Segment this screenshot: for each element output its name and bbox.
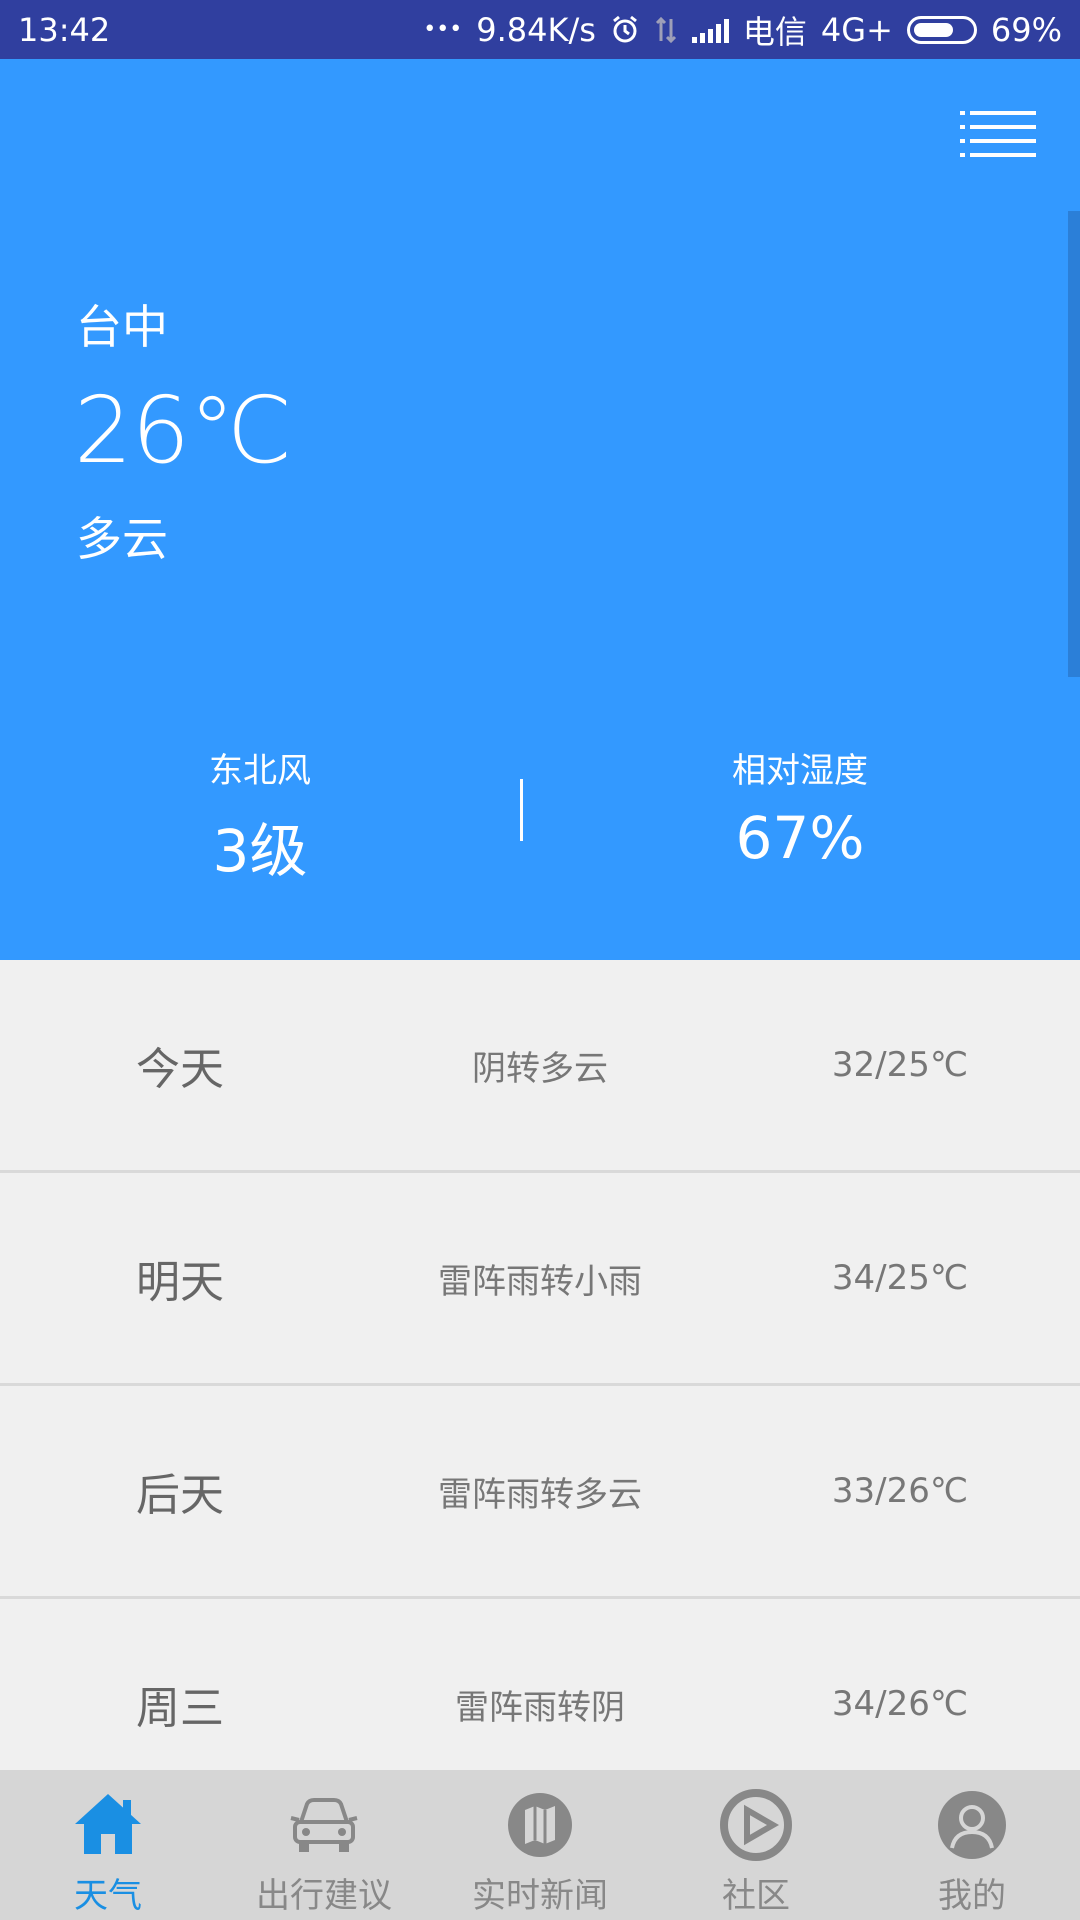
nav-label-news: 实时新闻 (472, 1876, 608, 1916)
scroll-indicator[interactable] (1068, 211, 1080, 677)
forecast-row[interactable]: 今天 阴转多云 32/25℃ (0, 960, 1080, 1173)
city-name: 台中 (76, 300, 168, 354)
forecast-range: 33/26℃ (831, 1471, 969, 1511)
data-transfer-icon (655, 16, 676, 43)
forecast-desc: 雷阵雨转小雨 (438, 1261, 642, 1302)
current-condition: 多云 (76, 512, 168, 566)
nav-item-mine[interactable]: 我的 (864, 1770, 1080, 1920)
forecast-range: 34/25℃ (831, 1258, 969, 1298)
status-bar: 13:42 ••• 9.84K/s 电信 4G+ 69% (0, 0, 1080, 59)
forecast-day: 后天 (136, 1470, 224, 1521)
status-left: 13:42 (18, 11, 110, 49)
carrier-name: 电信 (742, 12, 807, 51)
status-right: ••• 9.84K/s 电信 4G+ 69% (423, 7, 1062, 53)
signal-icon (691, 17, 729, 43)
metric-divider (520, 779, 523, 841)
nav-item-news[interactable]: 实时新闻 (432, 1770, 648, 1920)
alarm-icon (612, 15, 637, 42)
forecast-row[interactable]: 周三 雷阵雨转阴 34/26℃ (0, 1599, 1080, 1770)
car-icon (290, 1798, 358, 1852)
forecast-range: 32/25℃ (831, 1045, 969, 1085)
current-temperature: 26℃ (74, 377, 292, 484)
status-time: 13:42 (18, 10, 111, 49)
battery-fill (913, 22, 953, 37)
user-icon (938, 1791, 1006, 1859)
forecast-row[interactable]: 后天 雷阵雨转多云 33/26℃ (0, 1386, 1080, 1599)
humidity-label: 相对湿度 (732, 751, 868, 791)
humidity-metric: 相对湿度 67% (650, 743, 950, 872)
nav-label-mine: 我的 (938, 1876, 1006, 1916)
status-dots: ••• (423, 17, 463, 42)
forecast-day: 周三 (136, 1683, 224, 1734)
nav-label-community: 社区 (722, 1876, 790, 1916)
nav-item-community[interactable]: 社区 (648, 1770, 864, 1920)
forecast-range: 34/26℃ (831, 1684, 969, 1724)
wind-value: 3级 (212, 817, 308, 885)
network-type: 4G+ (820, 10, 893, 49)
play-icon (720, 1789, 792, 1861)
forecast-desc: 阴转多云 (472, 1048, 608, 1089)
battery-icon (906, 15, 977, 44)
home-icon (75, 1794, 141, 1854)
forecast-day: 今天 (136, 1044, 224, 1095)
nav-label-weather: 天气 (74, 1876, 142, 1916)
forecast-day: 明天 (136, 1257, 224, 1308)
nav-item-weather[interactable]: 天气 (0, 1770, 216, 1920)
forecast-row[interactable]: 明天 雷阵雨转小雨 34/25℃ (0, 1173, 1080, 1386)
network-speed: 9.84K/s (476, 10, 596, 49)
weather-header: 台中 26℃ 多云 东北风 3级 相对湿度 67% (0, 59, 1080, 960)
menu-icon (960, 111, 1036, 157)
wind-label: 东北风 (209, 751, 311, 791)
forecast-desc: 雷阵雨转多云 (438, 1474, 642, 1515)
menu-button[interactable] (960, 109, 1036, 159)
wind-metric: 东北风 3级 (110, 743, 410, 888)
map-icon (508, 1793, 572, 1857)
nav-item-travel[interactable]: 出行建议 (216, 1770, 432, 1920)
battery-percent: 69% (990, 10, 1062, 49)
nav-label-travel: 出行建议 (256, 1876, 392, 1916)
humidity-value: 67% (735, 804, 865, 872)
forecast-list[interactable]: 今天 阴转多云 32/25℃ 明天 雷阵雨转小雨 34/25℃ 后天 雷阵雨转多… (0, 960, 1080, 1770)
forecast-desc: 雷阵雨转阴 (455, 1687, 625, 1728)
bottom-nav: 天气 出行建议 实时新闻 社区 我的 (0, 1770, 1080, 1920)
